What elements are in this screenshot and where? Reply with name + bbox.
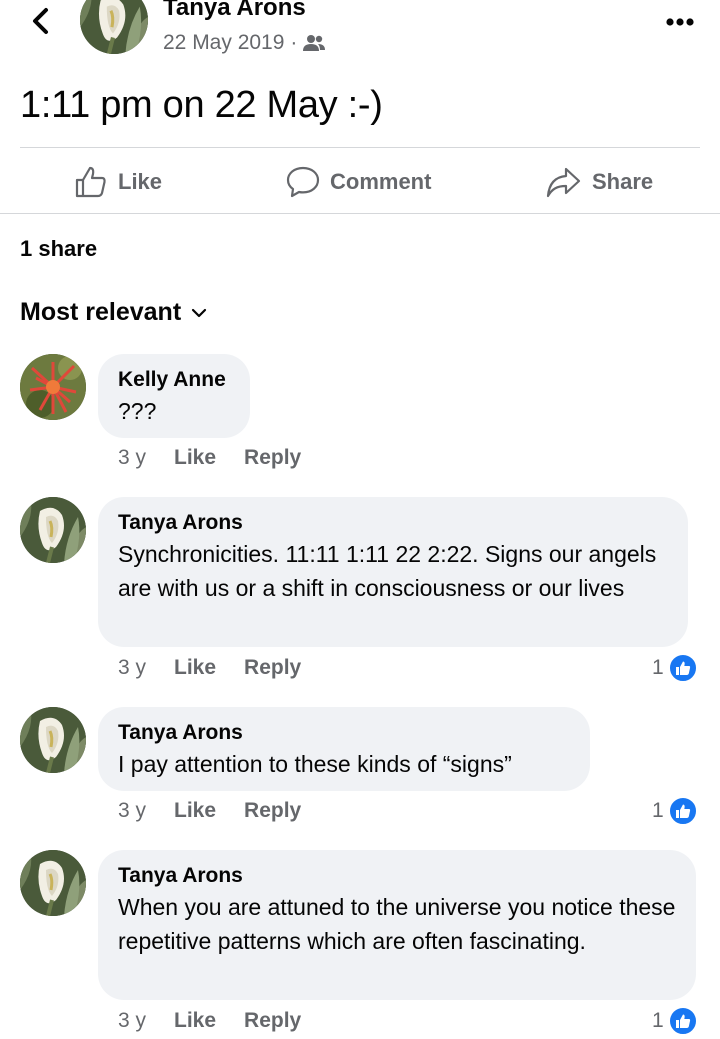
comment-actions: 3 y Like Reply	[118, 656, 329, 680]
back-button[interactable]	[22, 2, 62, 42]
author-name[interactable]: Tanya Arons	[163, 0, 306, 22]
commenter-avatar[interactable]	[20, 497, 86, 563]
post-date[interactable]: 22 May 2019	[163, 31, 284, 55]
comment-like-button[interactable]: Like	[174, 656, 216, 680]
chevron-down-icon	[192, 308, 207, 317]
comment-reactions[interactable]: 1	[652, 653, 698, 683]
commenter-name[interactable]: Tanya Arons	[118, 862, 676, 890]
comment-bubble: Kelly Anne ???	[98, 354, 250, 438]
comment-reply-button[interactable]: Reply	[244, 799, 301, 823]
comment-like-button[interactable]: Like	[174, 446, 216, 470]
comment-bubble: Tanya Arons Synchronicities. 11:11 1:11 …	[98, 497, 688, 647]
comment-like-button[interactable]: Like	[174, 1009, 216, 1033]
thumbs-up-icon	[75, 166, 106, 198]
commenter-name[interactable]: Tanya Arons	[118, 719, 570, 747]
share-label: Share	[592, 169, 654, 194]
post-text: 1:11 pm on 22 May :-)	[20, 84, 383, 126]
comment-actions: 3 y Like Reply	[118, 446, 329, 470]
comment-like-button[interactable]: Like	[174, 799, 216, 823]
comment-text: When you are attuned to the universe you…	[118, 894, 676, 954]
comment-reactions[interactable]: 1	[652, 1006, 698, 1036]
comment-reply-button[interactable]: Reply	[244, 656, 301, 680]
comment-label: Comment	[330, 169, 432, 194]
author-avatar[interactable]	[80, 0, 148, 54]
reaction-count: 1	[652, 656, 664, 679]
commenter-avatar[interactable]	[20, 354, 86, 420]
commenter-name[interactable]: Tanya Arons	[118, 509, 668, 537]
commenter-avatar[interactable]	[20, 850, 86, 916]
sort-label: Most relevant	[20, 298, 182, 326]
divider	[0, 213, 720, 214]
commenter-avatar[interactable]	[20, 707, 86, 773]
comment-text: ???	[118, 398, 157, 424]
more-icon	[666, 18, 694, 26]
like-reaction-icon	[667, 1006, 698, 1036]
comment-time[interactable]: 3 y	[118, 799, 146, 823]
comment-bubble: Tanya Arons I pay attention to these kin…	[98, 707, 590, 791]
like-reaction-icon	[667, 653, 698, 683]
commenter-name[interactable]: Kelly Anne	[118, 366, 230, 394]
more-options-button[interactable]	[660, 8, 700, 36]
share-button[interactable]: Share	[546, 162, 653, 202]
like-label: Like	[118, 169, 163, 194]
comment-time[interactable]: 3 y	[118, 1009, 146, 1033]
comment-reply-button[interactable]: Reply	[244, 1009, 301, 1033]
share-icon	[546, 167, 581, 198]
comment-actions: 3 y Like Reply	[118, 799, 329, 823]
share-count[interactable]: 1 share	[20, 236, 97, 262]
divider	[20, 147, 700, 148]
comment-icon	[286, 166, 320, 198]
reaction-count: 1	[652, 799, 664, 822]
post-meta: 22 May 2019 ·	[163, 31, 326, 55]
comment-actions: 3 y Like Reply	[118, 1009, 329, 1033]
comment-reply-button[interactable]: Reply	[244, 446, 301, 470]
meta-separator: ·	[290, 31, 298, 54]
comment-time[interactable]: 3 y	[118, 446, 146, 470]
comment-time[interactable]: 3 y	[118, 656, 146, 680]
like-reaction-icon	[667, 796, 698, 826]
comment-button[interactable]: Comment	[286, 162, 431, 202]
comment-sort-dropdown[interactable]: Most relevant	[20, 298, 207, 327]
like-button[interactable]: Like	[74, 162, 162, 202]
chevron-left-icon	[33, 8, 48, 34]
comment-text: Synchronicities. 11:11 1:11 22 2:22. Sig…	[118, 541, 657, 601]
friends-icon	[303, 35, 326, 51]
reaction-count: 1	[652, 1009, 664, 1032]
comment-bubble: Tanya Arons When you are attuned to the …	[98, 850, 696, 1000]
comment-reactions[interactable]: 1	[652, 796, 698, 826]
comment-text: I pay attention to these kinds of “signs…	[118, 751, 512, 777]
